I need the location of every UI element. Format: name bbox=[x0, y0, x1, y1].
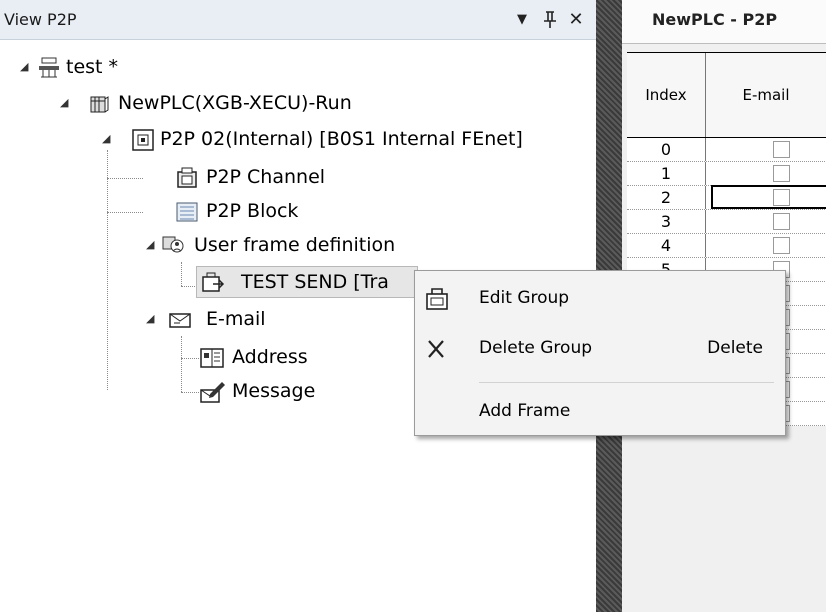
expand-icon[interactable]: ◢ bbox=[20, 50, 28, 84]
doc-tab-title: NewPLC - P2P bbox=[652, 10, 778, 29]
menu-separator bbox=[479, 382, 774, 383]
expand-icon[interactable]: ◢ bbox=[60, 86, 68, 120]
menu-item-label: Add Frame bbox=[479, 401, 571, 421]
menu-item-label: Edit Group bbox=[479, 288, 570, 308]
tree-item-label: P2P Block bbox=[206, 200, 299, 222]
pane-header: View P2P ▼ ✕ bbox=[0, 0, 596, 40]
tree-item-test[interactable]: ◢ test * bbox=[0, 50, 300, 84]
pin-icon[interactable] bbox=[538, 6, 562, 34]
table-row[interactable]: 2 bbox=[627, 185, 826, 210]
address-book-icon bbox=[200, 346, 224, 368]
pane-title: View P2P bbox=[4, 10, 77, 29]
email-checkbox[interactable] bbox=[773, 141, 790, 158]
email-checkbox[interactable] bbox=[773, 165, 790, 182]
row-index: 4 bbox=[627, 234, 706, 257]
tree-item-test-send[interactable]: TEST SEND [Tra bbox=[196, 266, 418, 298]
row-index: 2 bbox=[627, 186, 706, 209]
user-frame-icon bbox=[162, 234, 184, 256]
menu-item-delete-group[interactable]: Delete Group Delete bbox=[415, 329, 785, 369]
table-row[interactable]: 0 bbox=[627, 138, 826, 162]
table-row[interactable]: 4 bbox=[627, 234, 826, 258]
tree-item-label: NewPLC(XGB-XECU)-Run bbox=[118, 92, 352, 114]
delete-icon bbox=[425, 337, 451, 361]
project-icon bbox=[38, 56, 60, 78]
tree-item-label: P2P Channel bbox=[206, 166, 326, 188]
tree-item-p2p-block[interactable]: P2P Block bbox=[0, 194, 300, 228]
tree-item-p2p02[interactable]: ◢ P2P 02(Internal) [B0S1 Internal FEnet] bbox=[0, 122, 596, 156]
row-index: 1 bbox=[627, 162, 706, 185]
email-icon bbox=[168, 308, 191, 330]
selected-cell[interactable] bbox=[711, 185, 826, 209]
plc-icon bbox=[88, 92, 110, 114]
table-row[interactable]: 3 bbox=[627, 210, 826, 234]
menu-item-shortcut: Delete bbox=[707, 338, 763, 358]
tree-item-label: Address bbox=[232, 346, 308, 368]
column-header-index[interactable]: Index bbox=[627, 53, 706, 137]
tree-item-p2p-channel[interactable]: P2P Channel bbox=[0, 160, 325, 194]
column-header-email[interactable]: E-mail bbox=[705, 53, 826, 137]
tree-item-label: E-mail bbox=[206, 308, 266, 330]
email-checkbox[interactable] bbox=[773, 237, 790, 254]
email-checkbox[interactable] bbox=[773, 213, 790, 230]
tree-item-label: TEST SEND [Tra bbox=[241, 271, 389, 293]
tree-item-label: P2P 02(Internal) [B0S1 Internal FEnet] bbox=[160, 128, 523, 150]
tree-item-user-frame[interactable]: ◢ User frame definition bbox=[0, 228, 400, 262]
doc-tab[interactable]: NewPLC - P2P bbox=[622, 0, 826, 44]
expand-icon[interactable]: ◢ bbox=[102, 122, 110, 156]
tree-item-label: test * bbox=[66, 56, 119, 78]
edit-group-icon bbox=[425, 287, 451, 311]
menu-item-edit-group[interactable]: Edit Group bbox=[415, 279, 785, 319]
menu-item-label: Delete Group bbox=[479, 338, 593, 358]
expand-icon[interactable]: ◢ bbox=[146, 228, 154, 262]
dropdown-icon[interactable]: ▼ bbox=[510, 6, 534, 34]
context-menu: Edit Group Delete Group Delete Add Frame bbox=[414, 270, 786, 436]
grid-header: Index E-mail bbox=[627, 52, 826, 138]
expand-icon[interactable]: ◢ bbox=[146, 302, 154, 336]
table-row[interactable]: 1 bbox=[627, 162, 826, 186]
tree-item-message[interactable]: Message bbox=[0, 374, 315, 408]
channel-icon bbox=[176, 166, 198, 188]
tree-item-email[interactable]: ◢ E-mail bbox=[0, 302, 300, 336]
tree-item-label: User frame definition bbox=[194, 234, 396, 256]
menu-item-add-frame[interactable]: Add Frame bbox=[415, 392, 785, 432]
module-icon bbox=[132, 128, 154, 151]
row-index: 0 bbox=[627, 138, 706, 161]
tree-connector bbox=[181, 262, 182, 286]
message-icon bbox=[200, 380, 225, 403]
tree-item-label: Message bbox=[232, 380, 316, 402]
close-icon[interactable]: ✕ bbox=[564, 6, 588, 34]
block-icon bbox=[176, 200, 198, 222]
row-index: 3 bbox=[627, 210, 706, 233]
frame-send-icon bbox=[201, 271, 225, 293]
tree-item-newplc[interactable]: ◢ NewPLC(XGB-XECU)-Run bbox=[0, 86, 400, 120]
tree-item-address[interactable]: Address bbox=[0, 340, 308, 374]
